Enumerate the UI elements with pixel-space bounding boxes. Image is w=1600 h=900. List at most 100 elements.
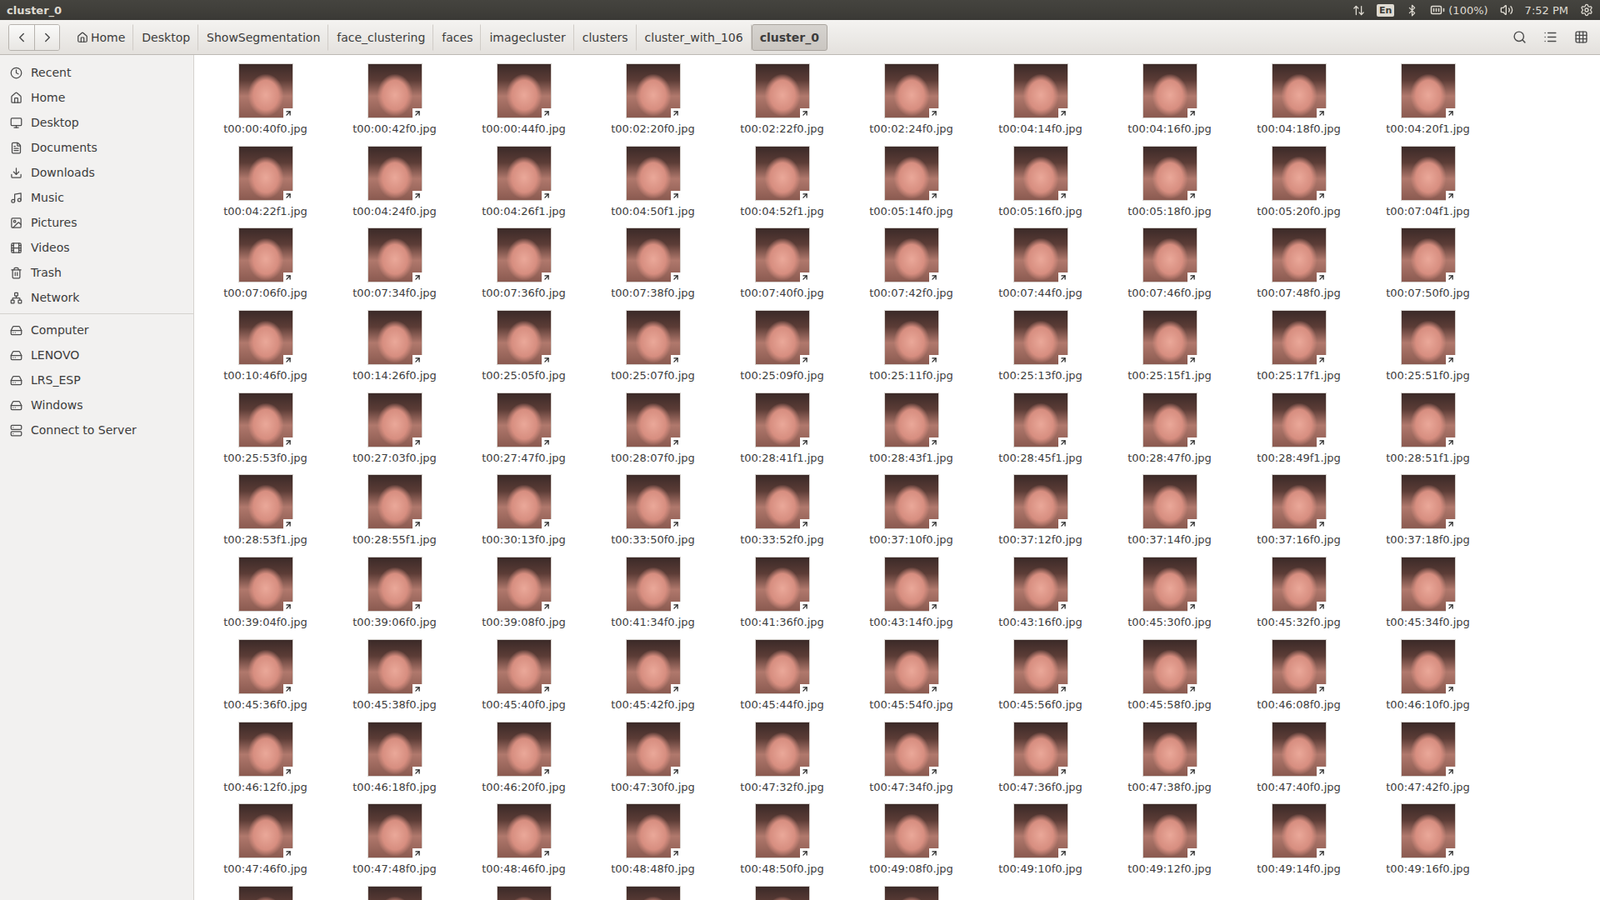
sidebar-item[interactable]: Documents [0, 135, 194, 160]
file-item[interactable]: t00:43:14f0.jpg [846, 556, 976, 630]
file-item[interactable] [330, 885, 460, 900]
file-item[interactable]: t00:46:12f0.jpg [200, 721, 330, 795]
file-item[interactable]: t00:04:16f0.jpg [1105, 63, 1235, 137]
file-item[interactable]: t00:28:53f1.jpg [200, 474, 330, 548]
sidebar-item[interactable]: Recent [0, 60, 194, 85]
file-item[interactable]: t00:04:52f1.jpg [717, 145, 847, 220]
file-item[interactable]: t00:47:36f0.jpg [975, 721, 1105, 795]
file-item[interactable]: t00:05:18f0.jpg [1105, 145, 1235, 220]
file-item[interactable]: t00:07:04f1.jpg [1363, 145, 1493, 220]
sidebar-item[interactable]: Desktop [0, 110, 194, 135]
file-item[interactable]: t00:47:40f0.jpg [1234, 721, 1364, 795]
file-item[interactable] [459, 885, 589, 900]
grid-view-icon[interactable] [1574, 30, 1589, 45]
file-item[interactable]: t00:47:38f0.jpg [1105, 721, 1235, 795]
file-item[interactable]: t00:14:26f0.jpg [330, 310, 460, 384]
file-item[interactable]: t00:45:44f0.jpg [717, 639, 847, 713]
file-item[interactable]: t00:47:34f0.jpg [846, 721, 976, 795]
file-item[interactable]: t00:07:40f0.jpg [717, 227, 847, 301]
file-item[interactable]: t00:27:47f0.jpg [459, 392, 589, 466]
file-item[interactable]: t00:45:42f0.jpg [588, 639, 718, 713]
file-item[interactable]: t00:07:36f0.jpg [459, 227, 589, 301]
forward-button[interactable] [34, 25, 60, 50]
file-item[interactable]: t00:49:08f0.jpg [846, 803, 976, 877]
file-item[interactable]: t00:37:14f0.jpg [1105, 474, 1235, 548]
file-item[interactable]: t00:39:06f0.jpg [330, 556, 460, 630]
file-item[interactable]: t00:25:11f0.jpg [846, 310, 976, 384]
sidebar-item[interactable]: Music [0, 185, 194, 210]
volume-icon[interactable] [1500, 3, 1514, 17]
path-button[interactable]: Home [68, 24, 134, 51]
file-item[interactable]: t00:45:56f0.jpg [975, 639, 1105, 713]
network-arrows-icon[interactable] [1352, 4, 1365, 17]
file-item[interactable]: t00:41:34f0.jpg [588, 556, 718, 630]
file-item[interactable] [846, 885, 976, 900]
sidebar-item[interactable]: Network [0, 285, 194, 310]
file-item[interactable]: t00:47:46f0.jpg [200, 803, 330, 877]
path-button[interactable]: Desktop [133, 24, 199, 51]
file-item[interactable]: t00:30:13f0.jpg [459, 474, 589, 548]
file-item[interactable]: t00:49:16f0.jpg [1363, 803, 1493, 877]
file-item[interactable]: t00:04:14f0.jpg [975, 63, 1105, 137]
file-item[interactable]: t00:47:42f0.jpg [1363, 721, 1493, 795]
file-item[interactable]: t00:07:38f0.jpg [588, 227, 718, 301]
file-item[interactable]: t00:27:03f0.jpg [330, 392, 460, 466]
file-item[interactable]: t00:07:46f0.jpg [1105, 227, 1235, 301]
bluetooth-icon[interactable] [1405, 4, 1419, 17]
file-item[interactable]: t00:04:18f0.jpg [1234, 63, 1364, 137]
file-item[interactable]: t00:37:18f0.jpg [1363, 474, 1493, 548]
file-item[interactable]: t00:45:36f0.jpg [200, 639, 330, 713]
path-button[interactable]: cluster_0 [751, 24, 828, 51]
file-item[interactable]: t00:47:30f0.jpg [588, 721, 718, 795]
file-item[interactable]: t00:25:05f0.jpg [459, 310, 589, 384]
sidebar-item[interactable]: Computer [0, 317, 194, 343]
file-item[interactable]: t00:07:34f0.jpg [330, 227, 460, 301]
file-item[interactable]: t00:45:58f0.jpg [1105, 639, 1235, 713]
language-indicator[interactable]: En [1376, 4, 1395, 17]
file-item[interactable]: t00:25:07f0.jpg [588, 310, 718, 384]
sidebar-item[interactable]: Connect to Server [0, 417, 194, 443]
file-item[interactable]: t00:47:32f0.jpg [717, 721, 847, 795]
sidebar-item[interactable]: Downloads [0, 160, 194, 185]
file-item[interactable]: t00:28:49f1.jpg [1234, 392, 1364, 466]
file-item[interactable]: t00:28:47f0.jpg [1105, 392, 1235, 466]
file-item[interactable]: t00:45:40f0.jpg [459, 639, 589, 713]
file-item[interactable]: t00:05:14f0.jpg [846, 145, 976, 220]
file-item[interactable]: t00:28:41f1.jpg [717, 392, 847, 466]
file-item[interactable]: t00:04:24f0.jpg [330, 145, 460, 220]
path-button[interactable]: cluster_with_106 [636, 24, 752, 51]
file-item[interactable]: t00:45:34f0.jpg [1363, 556, 1493, 630]
file-item[interactable]: t00:07:44f0.jpg [975, 227, 1105, 301]
file-item[interactable]: t00:07:48f0.jpg [1234, 227, 1364, 301]
file-item[interactable]: t00:48:50f0.jpg [717, 803, 847, 877]
file-item[interactable]: t00:28:07f0.jpg [588, 392, 718, 466]
file-item[interactable]: t00:46:18f0.jpg [330, 721, 460, 795]
search-icon[interactable] [1512, 30, 1527, 45]
sidebar-item[interactable]: Pictures [0, 210, 194, 235]
file-item[interactable]: t00:45:54f0.jpg [846, 639, 976, 713]
file-item[interactable]: t00:28:55f1.jpg [330, 474, 460, 548]
file-item[interactable]: t00:05:20f0.jpg [1234, 145, 1364, 220]
sidebar-item[interactable]: LRS_ESP [0, 367, 194, 393]
path-button[interactable]: imagecluster [480, 24, 574, 51]
file-item[interactable]: t00:39:08f0.jpg [459, 556, 589, 630]
file-item[interactable]: t00:02:24f0.jpg [846, 63, 976, 137]
file-item[interactable]: t00:28:43f1.jpg [846, 392, 976, 466]
file-item[interactable]: t00:28:51f1.jpg [1363, 392, 1493, 466]
file-item[interactable]: t00:39:04f0.jpg [200, 556, 330, 630]
file-item[interactable]: t00:04:22f1.jpg [200, 145, 330, 220]
sidebar-item[interactable]: LENOVO [0, 342, 194, 368]
path-button[interactable]: face_clustering [328, 24, 434, 51]
file-item[interactable]: t00:46:20f0.jpg [459, 721, 589, 795]
file-item[interactable]: t00:37:12f0.jpg [975, 474, 1105, 548]
file-item[interactable]: t00:25:15f1.jpg [1105, 310, 1235, 384]
file-item[interactable]: t00:33:50f0.jpg [588, 474, 718, 548]
file-item[interactable]: t00:02:22f0.jpg [717, 63, 847, 137]
file-item[interactable]: t00:45:30f0.jpg [1105, 556, 1235, 630]
path-button[interactable]: clusters [574, 24, 637, 51]
sidebar-item[interactable]: Windows [0, 392, 194, 418]
file-item[interactable]: t00:49:10f0.jpg [975, 803, 1105, 877]
back-button[interactable] [9, 25, 35, 50]
file-item[interactable]: t00:47:48f0.jpg [330, 803, 460, 877]
file-item[interactable]: t00:00:42f0.jpg [330, 63, 460, 137]
